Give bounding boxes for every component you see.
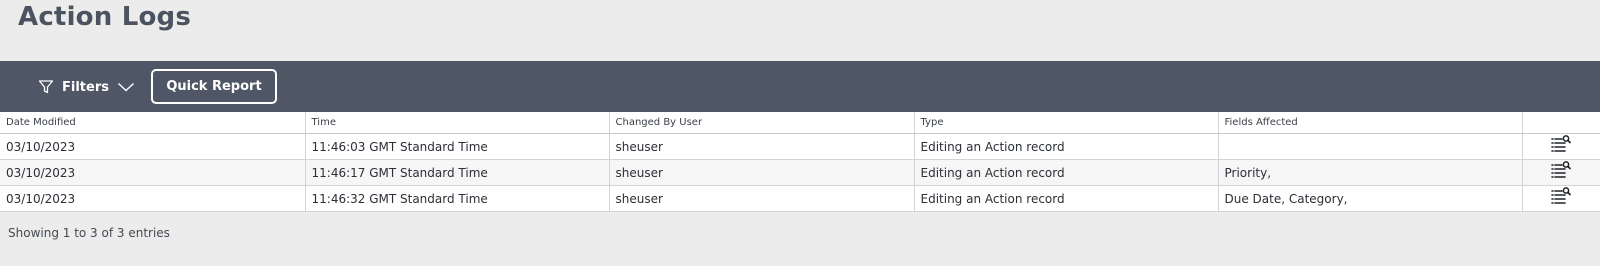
table-row[interactable]: 03/10/2023 11:46:32 GMT Standard Time sh… xyxy=(0,185,1600,212)
cell-fields-affected: Priority, xyxy=(1218,159,1523,186)
column-header-type[interactable]: Type xyxy=(914,112,1219,134)
column-header-changed-by-user[interactable]: Changed By User xyxy=(609,112,915,134)
table-header-row: Date Modified Time Changed By User Type … xyxy=(0,112,1600,134)
cell-time: 11:46:17 GMT Standard Time xyxy=(305,159,610,186)
table-info: Showing 1 to 3 of 3 entries xyxy=(8,226,170,240)
view-details-icon[interactable] xyxy=(1550,161,1572,184)
cell-type: Editing an Action record xyxy=(914,159,1219,186)
cell-date-modified: 03/10/2023 xyxy=(0,159,306,186)
column-header-actions xyxy=(1522,112,1600,134)
cell-changed-by-user: sheuser xyxy=(609,185,915,212)
table-row[interactable]: 03/10/2023 11:46:03 GMT Standard Time sh… xyxy=(0,133,1600,160)
cell-time: 11:46:03 GMT Standard Time xyxy=(305,133,610,160)
cell-date-modified: 03/10/2023 xyxy=(0,185,306,212)
filter-funnel-icon xyxy=(38,79,54,95)
chevron-down-icon xyxy=(117,81,135,93)
column-header-fields-affected[interactable]: Fields Affected xyxy=(1218,112,1523,134)
toolbar: Filters Quick Report xyxy=(0,61,1600,112)
action-logs-table: Date Modified Time Changed By User Type … xyxy=(0,112,1600,212)
filters-label: Filters xyxy=(62,79,109,95)
quick-report-button[interactable]: Quick Report xyxy=(151,69,277,104)
cell-type: Editing an Action record xyxy=(914,133,1219,160)
page-title: Action Logs xyxy=(18,2,192,32)
cell-actions xyxy=(1522,185,1600,212)
cell-changed-by-user: sheuser xyxy=(609,159,915,186)
cell-fields-affected xyxy=(1218,133,1523,160)
cell-time: 11:46:32 GMT Standard Time xyxy=(305,185,610,212)
cell-type: Editing an Action record xyxy=(914,185,1219,212)
cell-date-modified: 03/10/2023 xyxy=(0,133,306,160)
cell-actions xyxy=(1522,159,1600,186)
view-details-icon[interactable] xyxy=(1550,135,1572,158)
cell-actions xyxy=(1522,133,1600,160)
column-header-date-modified[interactable]: Date Modified xyxy=(0,112,306,134)
column-header-time[interactable]: Time xyxy=(305,112,610,134)
table-row[interactable]: 03/10/2023 11:46:17 GMT Standard Time sh… xyxy=(0,159,1600,186)
view-details-icon[interactable] xyxy=(1550,187,1572,210)
cell-changed-by-user: sheuser xyxy=(609,133,915,160)
cell-fields-affected: Due Date, Category, xyxy=(1218,185,1523,212)
filters-toggle[interactable]: Filters xyxy=(38,75,135,99)
